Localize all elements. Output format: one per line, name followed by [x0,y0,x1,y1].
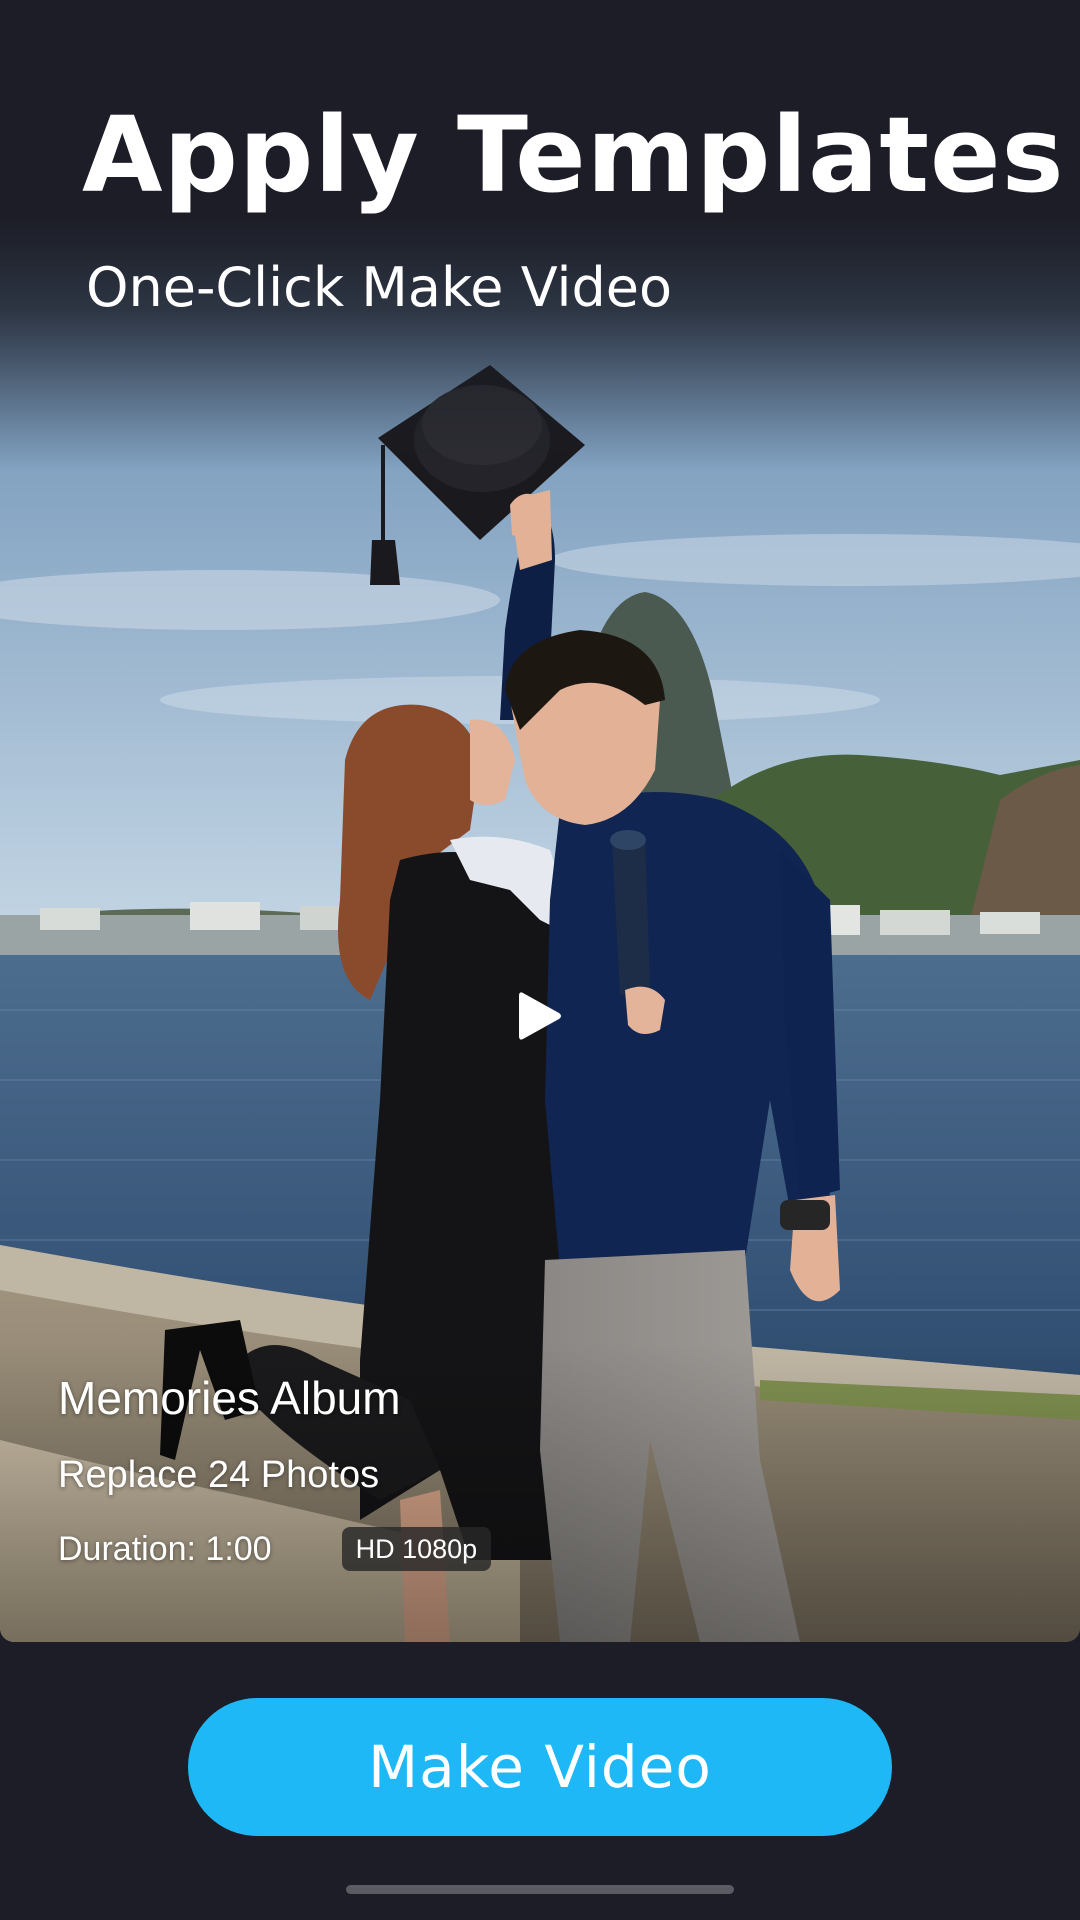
page-title: Apply Templates [82,94,1065,216]
page-subtitle: One-Click Make Video [86,256,672,319]
template-name: Memories Album [58,1372,401,1424]
quality-badge: HD 1080p [341,1527,492,1571]
photo-count: Replace 24 Photos [58,1454,380,1496]
template-screen: Memories Album Replace 24 Photos Duratio… [0,0,1080,1920]
play-button[interactable] [440,916,640,1116]
make-video-button[interactable]: Make Video [188,1698,892,1836]
home-indicator[interactable] [346,1885,734,1894]
header-gradient [0,0,1080,470]
template-info: Memories Album Replace 24 Photos Duratio… [58,1368,492,1572]
play-icon [519,992,561,1040]
template-preview[interactable]: Memories Album Replace 24 Photos Duratio… [0,0,1080,1642]
duration-label: Duration: 1:00 [58,1530,272,1568]
template-meta: Duration: 1:00 HD 1080p [58,1526,492,1572]
